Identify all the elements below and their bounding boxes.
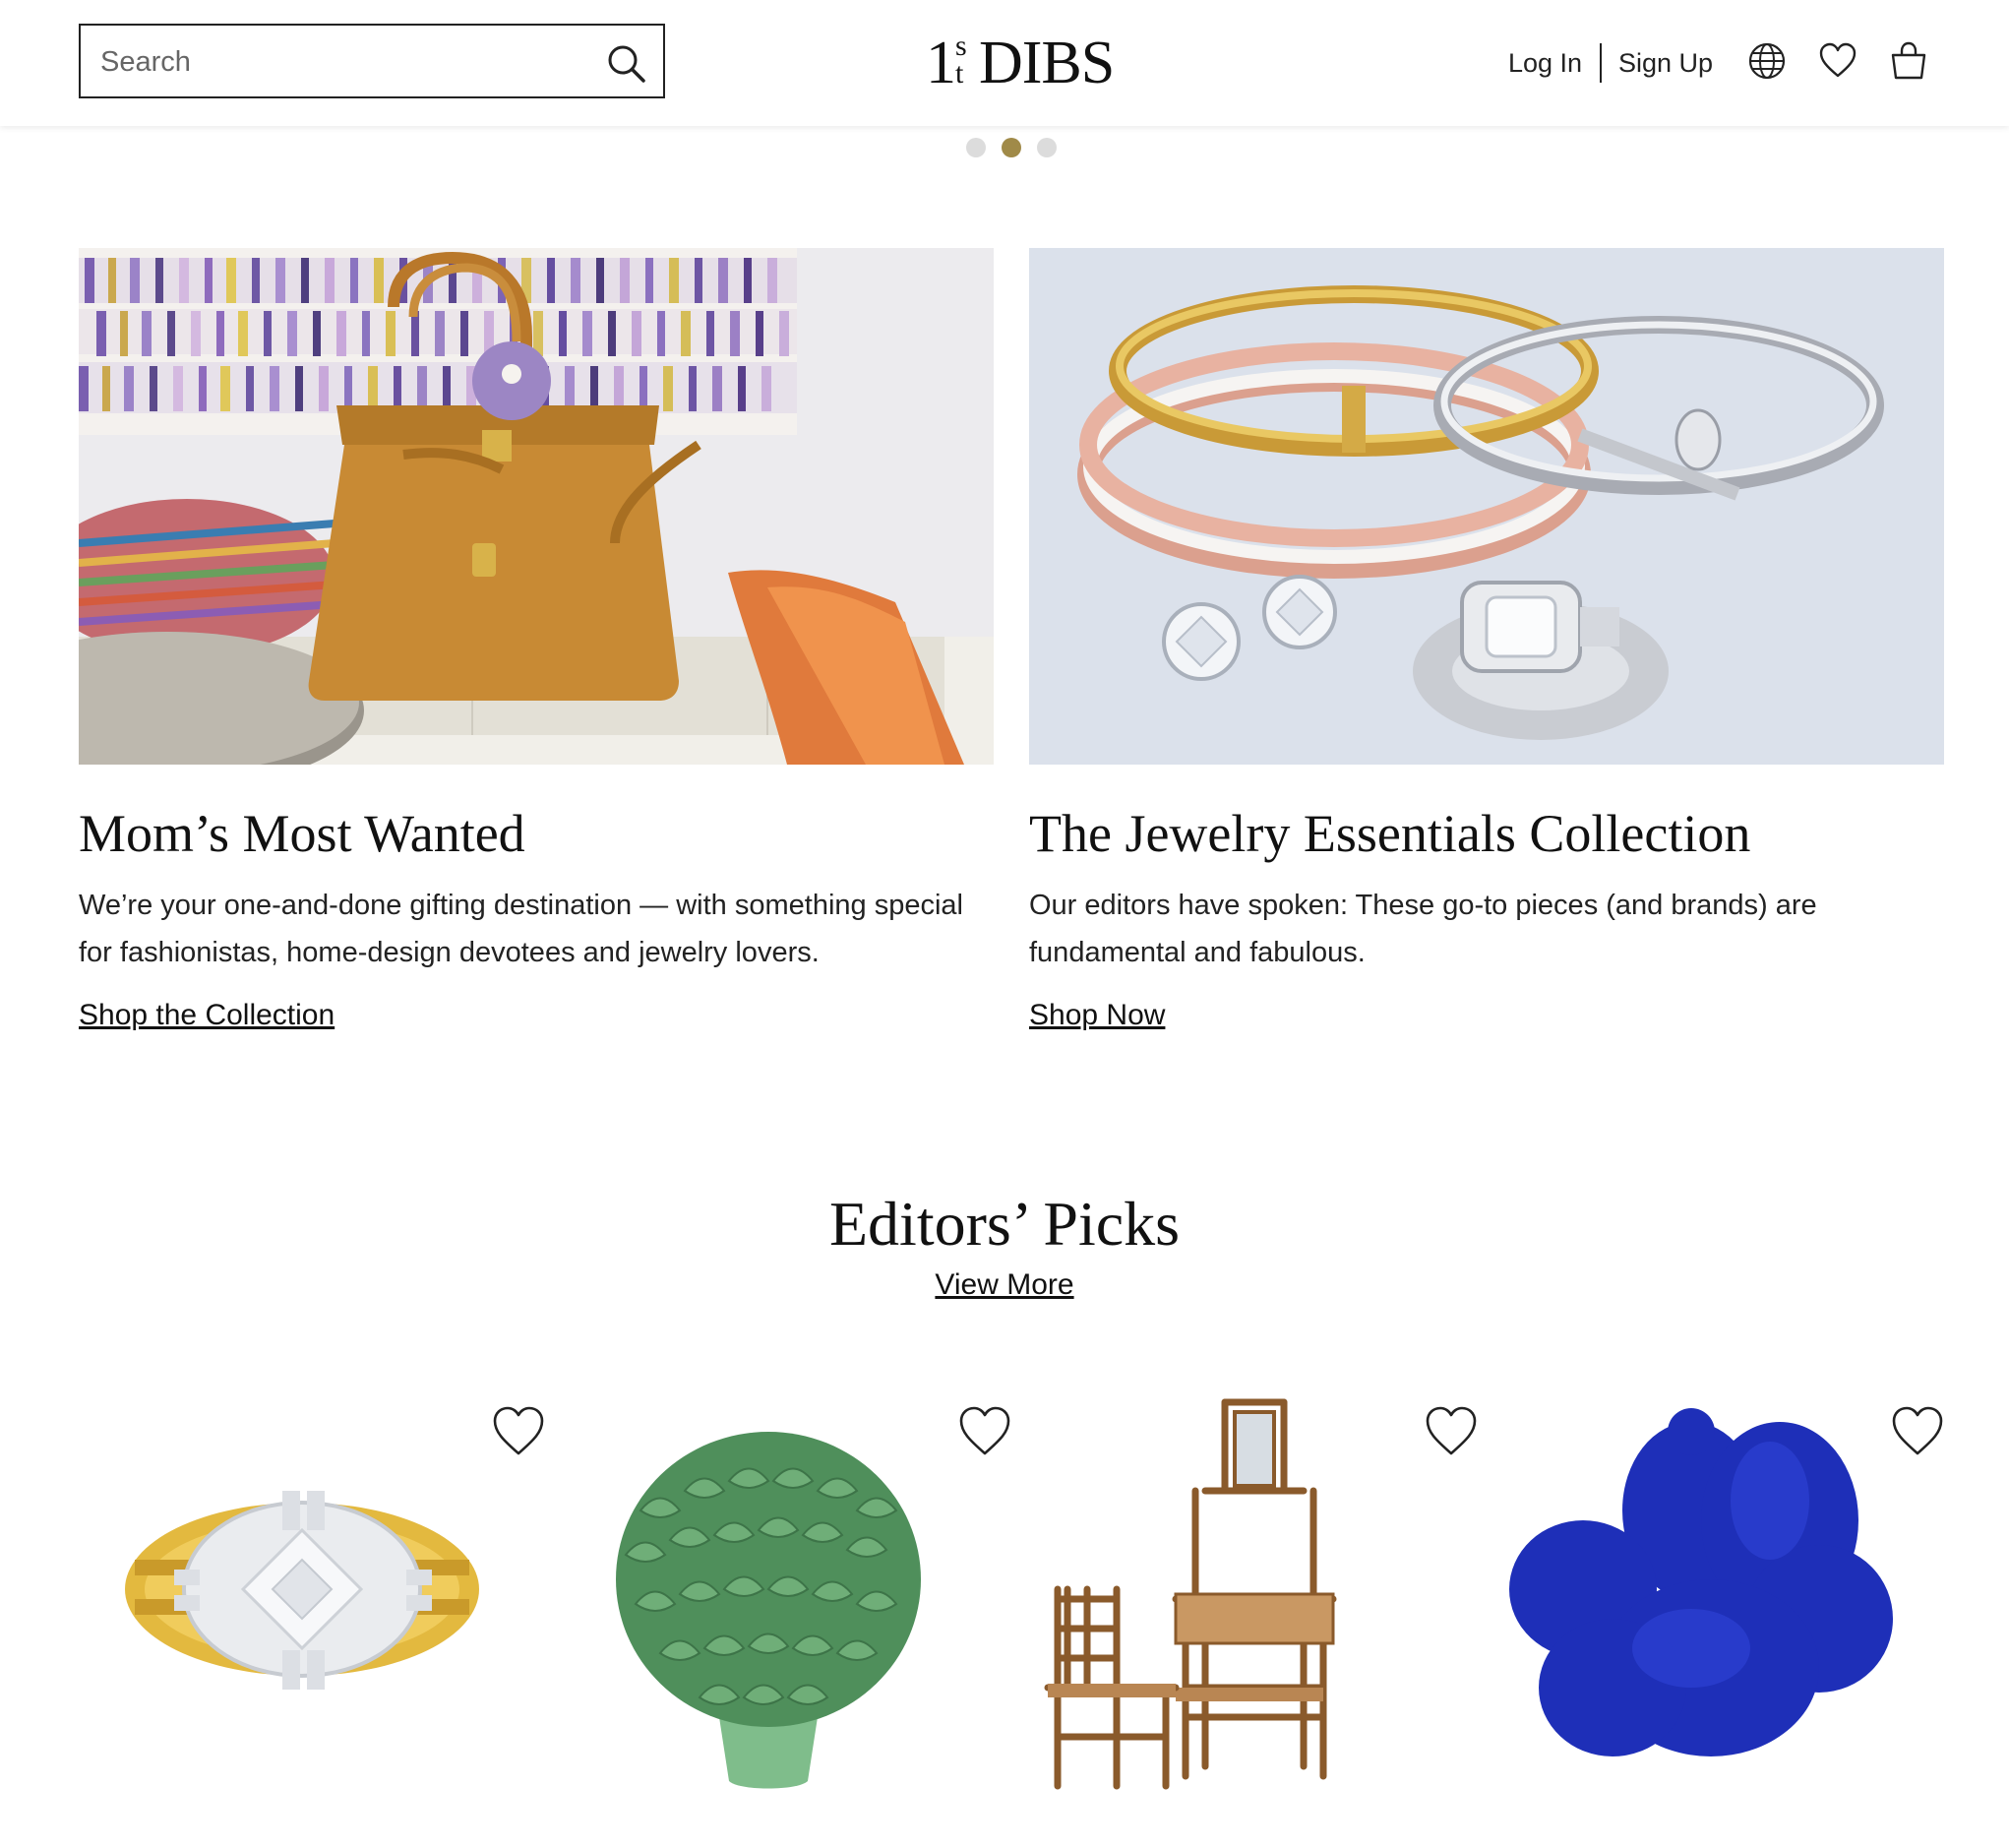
favorite-heart-icon[interactable]	[1888, 1402, 1947, 1461]
view-more-container: View More	[0, 1265, 2009, 1305]
carousel-dot-2-active[interactable]	[1002, 138, 1021, 157]
shopping-bag-icon[interactable]	[1887, 39, 1930, 83]
shop-the-collection-link[interactable]: Shop the Collection	[79, 996, 335, 1035]
carousel-dot-1[interactable]	[966, 138, 986, 157]
favorite-heart-icon[interactable]	[955, 1402, 1014, 1461]
shop-now-link[interactable]: Shop Now	[1029, 996, 1165, 1035]
view-more-link[interactable]: View More	[935, 1268, 1073, 1301]
site-header: 1 s t DIBS Log In Sign Up	[0, 0, 2009, 126]
search-box[interactable]	[79, 24, 665, 98]
product-card[interactable]	[95, 1392, 548, 1806]
globe-icon[interactable]	[1745, 39, 1789, 83]
handbag-image[interactable]	[79, 248, 994, 765]
bamboo-vanity-and-chair-image[interactable]	[1028, 1392, 1441, 1806]
feature-description: We’re your one-and-done gifting destinat…	[79, 890, 963, 968]
signup-link[interactable]: Sign Up	[1618, 43, 1713, 83]
search-icon[interactable]	[604, 41, 647, 85]
product-card[interactable]	[1028, 1392, 1481, 1806]
jewelry-image[interactable]	[1029, 248, 1944, 765]
green-ceramic-vase-image[interactable]	[562, 1392, 975, 1806]
product-card[interactable]	[1494, 1392, 1947, 1806]
blue-cloud-armchair-image[interactable]	[1494, 1392, 1908, 1806]
site-logo[interactable]: 1 s t DIBS	[926, 28, 1115, 98]
editors-picks-title: Editors’ Picks	[828, 1189, 1181, 1259]
carousel-dot-3[interactable]	[1037, 138, 1057, 157]
login-link[interactable]: Log In	[1508, 43, 1582, 83]
feature-description: Our editors have spoken: These go-to pie…	[1029, 890, 1817, 968]
favorite-heart-icon[interactable]	[489, 1402, 548, 1461]
product-card[interactable]	[562, 1392, 1014, 1806]
feature-title: Mom’s Most Wanted	[79, 804, 525, 863]
search-input[interactable]	[98, 26, 575, 98]
favorites-heart-icon[interactable]	[1816, 39, 1859, 83]
feature-title: The Jewelry Essentials Collection	[1029, 804, 1751, 863]
favorite-heart-icon[interactable]	[1422, 1402, 1481, 1461]
feature-card-jewelry-essentials[interactable]: The Jewelry Essentials Collection Our ed…	[1029, 248, 1944, 1031]
gold-crystal-ring-image[interactable]	[95, 1392, 509, 1806]
feature-card-moms-most-wanted[interactable]: Mom’s Most Wanted We’re your one-and-don…	[79, 248, 994, 1031]
carousel-indicators	[966, 138, 1059, 157]
nav-divider	[1600, 43, 1602, 83]
